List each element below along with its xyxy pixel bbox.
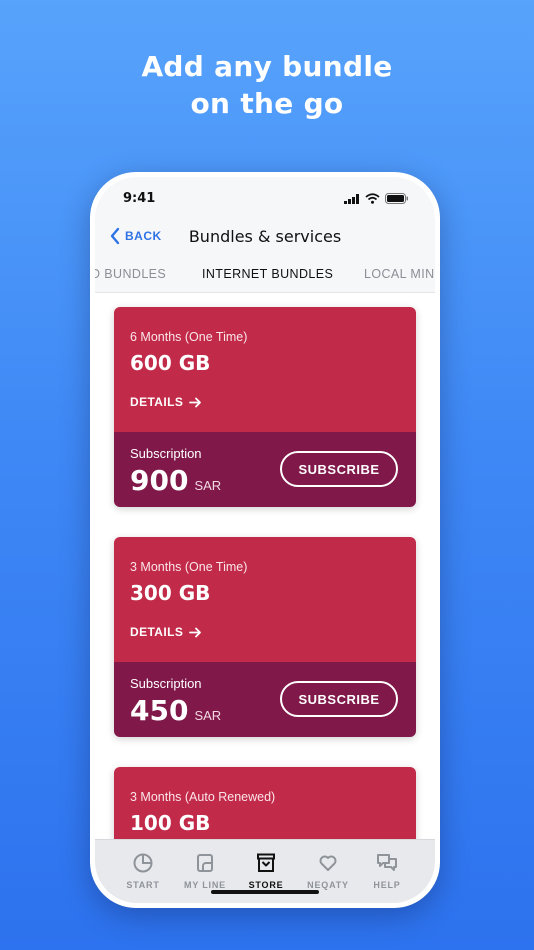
bundle-list: 6 Months (One Time) 600 GB DETAILS Subsc… [95, 293, 435, 839]
signal-icon [344, 193, 359, 204]
tab-bar-store[interactable]: STORE [236, 852, 296, 890]
bundle-card-info: 6 Months (One Time) 600 GB DETAILS [114, 307, 416, 432]
bundle-card: 6 Months (One Time) 600 GB DETAILS Subsc… [114, 307, 416, 507]
price-currency: SAR [194, 708, 222, 723]
details-label: DETAILS [130, 395, 184, 409]
tab-d-bundles[interactable]: D BUNDLES [95, 267, 166, 281]
subscription-label: Subscription [130, 446, 202, 461]
phone-frame: 9:41 BACK Bundles & services D BUNDLES I… [90, 172, 440, 908]
heart-icon [319, 855, 337, 871]
subscribe-button[interactable]: SUBSCRIBE [280, 451, 398, 487]
arrow-right-icon [189, 397, 202, 407]
bundle-volume: 600 GB [130, 351, 211, 375]
tab-bar-label: HELP [373, 880, 401, 890]
bundle-card: 3 Months (Auto Renewed) 100 GB [114, 767, 416, 839]
status-icons [344, 193, 409, 204]
status-time: 9:41 [123, 191, 156, 206]
bundle-card: 3 Months (One Time) 300 GB DETAILS Subsc… [114, 537, 416, 737]
bundle-period: 6 Months (One Time) [130, 330, 248, 344]
arrow-right-icon [189, 627, 202, 637]
sim-card-icon [197, 854, 213, 872]
tab-internet-bundles[interactable]: INTERNET BUNDLES [202, 267, 333, 281]
bundle-volume: 100 GB [130, 811, 211, 835]
battery-icon [385, 193, 408, 204]
tab-bar-start[interactable]: START [113, 852, 173, 890]
tab-bar-help[interactable]: HELP [357, 852, 417, 890]
store-icon [257, 853, 275, 872]
bundle-period: 3 Months (Auto Renewed) [130, 790, 276, 804]
details-link[interactable]: DETAILS [130, 395, 202, 409]
headline: Add any bundle on the go [0, 48, 534, 122]
tab-bar-label: START [126, 880, 160, 890]
headline-line-1: Add any bundle [141, 50, 393, 83]
price: 900 SAR [130, 464, 221, 497]
tab-bar-neqaty[interactable]: NEQATY [298, 852, 358, 890]
page-title: Bundles & services [188, 227, 342, 246]
bundle-card-price: Subscription 900 SAR SUBSCRIBE [114, 432, 416, 507]
bundle-period: 3 Months (One Time) [130, 560, 248, 574]
chat-bubbles-icon [377, 854, 397, 871]
home-indicator [211, 890, 319, 894]
bundle-card-price: Subscription 450 SAR SUBSCRIBE [114, 662, 416, 737]
price-amount: 900 [130, 464, 189, 497]
pie-chart-icon [133, 853, 153, 873]
price: 450 SAR [130, 694, 221, 727]
subscription-label: Subscription [130, 676, 202, 691]
price-currency: SAR [194, 478, 222, 493]
headline-line-2: on the go [190, 87, 344, 120]
tab-local-minutes[interactable]: LOCAL MIN [364, 267, 435, 281]
price-amount: 450 [130, 694, 189, 727]
details-label: DETAILS [130, 625, 184, 639]
subscribe-button[interactable]: SUBSCRIBE [280, 681, 398, 717]
tab-bar-label: MY LINE [184, 880, 226, 890]
bundle-tabs: D BUNDLES INTERNET BUNDLES LOCAL MIN [95, 263, 435, 293]
tab-bar-my-line[interactable]: MY LINE [175, 852, 235, 890]
navigation-bar: BACK Bundles & services [95, 223, 435, 251]
bundle-card-info: 3 Months (Auto Renewed) 100 GB [114, 767, 416, 839]
bundle-card-info: 3 Months (One Time) 300 GB DETAILS [114, 537, 416, 662]
top-bar: 9:41 BACK Bundles & services D BUNDLES I… [95, 177, 435, 293]
wifi-icon [365, 193, 380, 204]
tab-bar-label: STORE [248, 880, 284, 890]
details-link[interactable]: DETAILS [130, 625, 202, 639]
phone-screen: 9:41 BACK Bundles & services D BUNDLES I… [95, 177, 435, 903]
bundle-volume: 300 GB [130, 581, 211, 605]
tab-bar-label: NEQATY [307, 880, 349, 890]
